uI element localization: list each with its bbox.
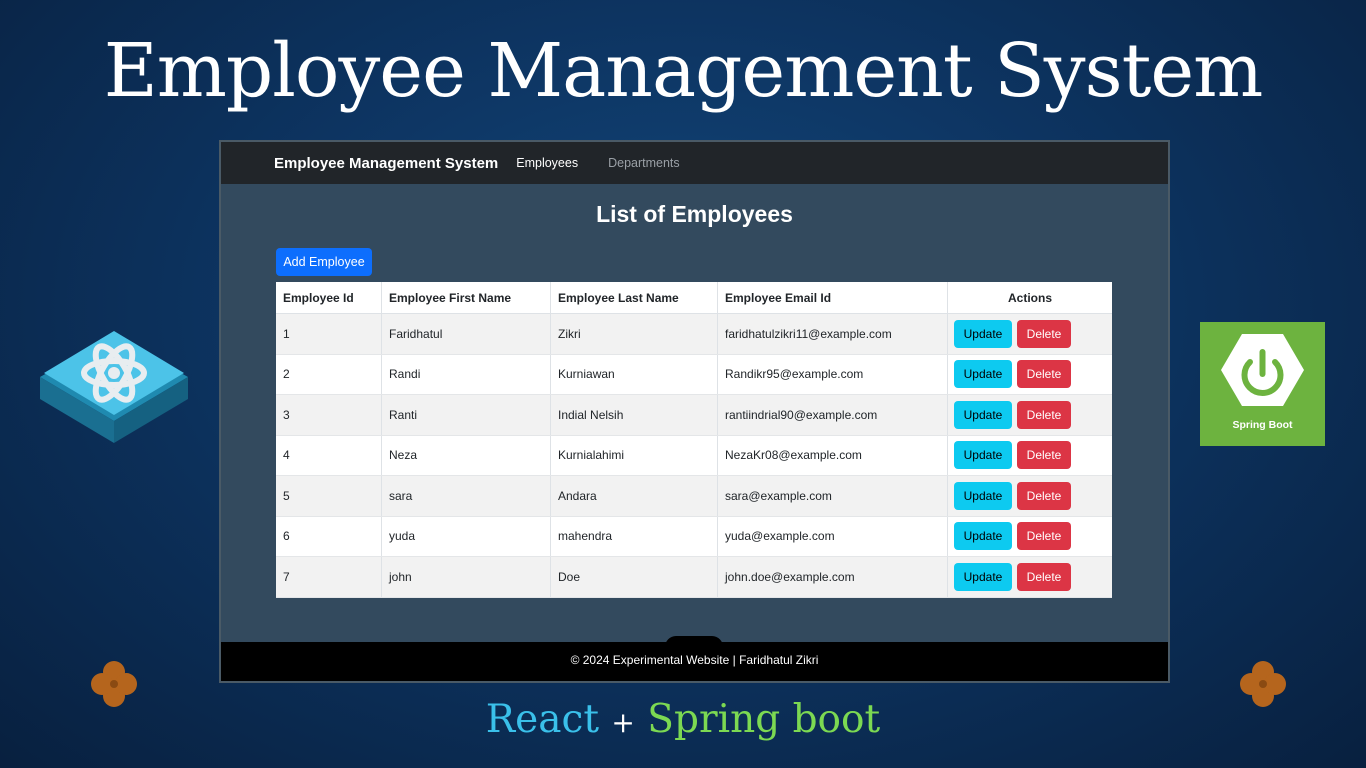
cell-first-name: john [381, 556, 551, 598]
cell-id: 4 [276, 435, 382, 476]
footer: © 2024 Experimental Website | Faridhatul… [221, 642, 1168, 681]
cell-actions: Update Delete [947, 354, 1112, 395]
cell-first-name: Ranti [381, 394, 551, 436]
delete-button[interactable]: Delete [1017, 319, 1071, 348]
cell-last-name: Kurnialahimi [550, 435, 718, 476]
cell-last-name: Indial Nelsih [550, 394, 718, 436]
navbar: Employee Management System Employees Dep… [221, 142, 1168, 184]
table-row: 2 Randi Kurniawan Randikr95@example.com … [276, 354, 1112, 395]
update-button[interactable]: Update [954, 522, 1012, 551]
cell-email: yuda@example.com [717, 516, 948, 557]
cell-actions: Update Delete [947, 435, 1112, 476]
react-logo-icon [40, 331, 188, 443]
page-title: List of Employees [596, 201, 793, 227]
add-employee-button[interactable]: Add Employee [276, 248, 372, 276]
cell-first-name: Faridhatul [381, 313, 551, 355]
cell-first-name: sara [381, 475, 551, 517]
table-row: 7 john Doe john.doe@example.com Update De… [276, 556, 1112, 598]
nav-link-departments[interactable]: Departments [608, 156, 680, 170]
delete-button[interactable]: Delete [1017, 360, 1071, 389]
delete-button[interactable]: Delete [1017, 481, 1071, 510]
update-button[interactable]: Update [954, 481, 1012, 510]
cell-last-name: mahendra [550, 516, 718, 557]
cell-email: sara@example.com [717, 475, 948, 517]
update-button[interactable]: Update [954, 441, 1012, 470]
cell-email: rantiindrial90@example.com [717, 394, 948, 436]
tagline-react: React [485, 697, 600, 742]
table-row: 1 Faridhatul Zikri faridhatulzikri11@exa… [276, 313, 1112, 355]
cell-id: 3 [276, 394, 382, 436]
nav-link-employees[interactable]: Employees [516, 156, 578, 170]
table-row: 3 Ranti Indial Nelsih rantiindrial90@exa… [276, 394, 1112, 436]
cell-first-name: yuda [381, 516, 551, 557]
cell-id: 2 [276, 354, 382, 395]
spring-boot-label: Spring Boot [1232, 419, 1293, 431]
update-button[interactable]: Update [954, 562, 1012, 591]
headline-title: Employee Management System [103, 28, 1264, 114]
update-button[interactable]: Update [954, 400, 1012, 429]
table-row: 4 Neza Kurnialahimi NezaKr08@example.com… [276, 435, 1112, 476]
cell-actions: Update Delete [947, 556, 1112, 598]
cell-email: NezaKr08@example.com [717, 435, 948, 476]
cell-last-name: Kurniawan [550, 354, 718, 395]
cell-actions: Update Delete [947, 516, 1112, 557]
delete-button[interactable]: Delete [1017, 522, 1071, 551]
table-row: 6 yuda mahendra yuda@example.com Update D… [276, 516, 1112, 557]
cell-actions: Update Delete [947, 394, 1112, 436]
tagline-spring: Spring boot [647, 697, 881, 742]
column-header-id: Employee Id [276, 282, 382, 314]
column-header-first-name: Employee First Name [381, 282, 551, 314]
cell-email: john.doe@example.com [717, 556, 948, 598]
delete-button[interactable]: Delete [1017, 400, 1071, 429]
column-header-last-name: Employee Last Name [550, 282, 718, 314]
column-header-email: Employee Email Id [717, 282, 948, 314]
cell-actions: Update Delete [947, 313, 1112, 355]
spring-boot-logo: Spring Boot [1200, 322, 1325, 446]
table-header-row: Employee Id Employee First Name Employee… [276, 282, 1112, 314]
cell-first-name: Randi [381, 354, 551, 395]
spring-power-icon [1221, 334, 1304, 406]
cell-last-name: Doe [550, 556, 718, 598]
cell-id: 5 [276, 475, 382, 517]
cell-last-name: Andara [550, 475, 718, 517]
update-button[interactable]: Update [954, 319, 1012, 348]
cell-last-name: Zikri [550, 313, 718, 355]
cell-id: 7 [276, 556, 382, 598]
cell-email: faridhatulzikri11@example.com [717, 313, 948, 355]
delete-button[interactable]: Delete [1017, 441, 1071, 470]
cell-id: 6 [276, 516, 382, 557]
tagline-plus: + [611, 706, 635, 739]
cell-email: Randikr95@example.com [717, 354, 948, 395]
employee-table: Employee Id Employee First Name Employee… [276, 282, 1112, 598]
table-row: 5 sara Andara sara@example.com Update Del… [276, 475, 1112, 517]
cell-first-name: Neza [381, 435, 551, 476]
delete-button[interactable]: Delete [1017, 562, 1071, 591]
column-header-actions: Actions [947, 282, 1112, 314]
cell-actions: Update Delete [947, 475, 1112, 517]
update-button[interactable]: Update [954, 360, 1012, 389]
cell-id: 1 [276, 313, 382, 355]
app-window: Employee Management System Employees Dep… [219, 140, 1170, 683]
navbar-brand[interactable]: Employee Management System [274, 155, 498, 172]
tagline: React + Spring boot [0, 697, 1366, 742]
